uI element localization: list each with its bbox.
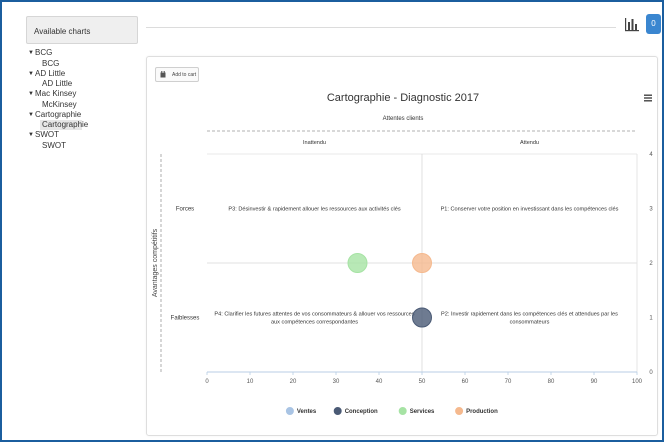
- chart-panel: Add to cart Cartographie - Diagnostic 20…: [146, 56, 658, 436]
- caret-down-icon: ▼: [28, 91, 34, 97]
- column-label: Attendu: [520, 140, 539, 146]
- y-axis-title: Avantages compétitifs: [152, 228, 159, 297]
- tree-item-ad-little[interactable]: AD Little: [26, 79, 138, 89]
- chart-title: Cartographie - Diagnostic 2017: [327, 92, 479, 104]
- tree-group-label: SWOT: [35, 130, 59, 139]
- legend-marker: [333, 407, 342, 415]
- bar-chart-icon[interactable]: [624, 16, 640, 32]
- chart-list-sidebar: Available charts ▼BCG BCG ▼AD Little AD …: [26, 16, 138, 196]
- y-tick-label: 2: [649, 261, 653, 267]
- quadrant-text-p4: P4: Clarifier les futures attentes de vo…: [214, 312, 414, 326]
- data-point-production: [412, 253, 432, 273]
- caret-down-icon: ▼: [28, 111, 34, 118]
- legend-marker: [285, 407, 294, 415]
- legend-marker: [455, 407, 464, 415]
- data-point-services: [347, 253, 368, 273]
- chart-subtitle: Attentes clients: [383, 116, 424, 122]
- x-tick-label: 80: [548, 379, 555, 385]
- tree-group-cartographie[interactable]: ▼Cartographie: [26, 110, 138, 121]
- row-label: Forces: [176, 207, 194, 213]
- x-tick-label: 50: [419, 379, 426, 385]
- cart-count-badge[interactable]: 0: [646, 14, 661, 34]
- tree-group-bcg[interactable]: ▼BCG: [26, 48, 138, 59]
- y-tick-label: 4: [649, 152, 653, 158]
- row-label: Faiblesses: [171, 316, 200, 322]
- legend-label: Ventes: [297, 409, 317, 415]
- tree-group-ad-little[interactable]: ▼AD Little: [26, 69, 138, 80]
- caret-down-icon: ▼: [28, 70, 34, 77]
- tree-group-swot[interactable]: ▼SWOT: [26, 130, 138, 141]
- cartography-chart: Cartographie - Diagnostic 2017 Attentes c…: [152, 92, 653, 415]
- top-divider: [146, 27, 616, 28]
- x-tick-label: 0: [205, 379, 209, 385]
- tree-item-bcg[interactable]: BCG: [26, 59, 138, 69]
- x-tick-label: 60: [462, 379, 469, 385]
- y-tick-label: 1: [649, 316, 653, 322]
- tree-item-cartographie[interactable]: Cartographie: [40, 120, 88, 130]
- legend-marker: [398, 407, 407, 415]
- tree-item-swot[interactable]: SWOT: [26, 141, 138, 151]
- tree-group-label: BCG: [35, 48, 53, 57]
- quadrant-text-p3: P3: Désinvestir & rapidement allouer les…: [228, 207, 400, 213]
- tree-group-label: Cartographie: [35, 109, 82, 119]
- x-tick-label: 90: [591, 379, 598, 385]
- tree-group-mac-kinsey[interactable]: ▼Mac Kinsey: [26, 89, 138, 100]
- x-tick-label: 10: [247, 379, 254, 385]
- y-tick-label: 0: [649, 370, 653, 376]
- x-tick-label: 70: [505, 379, 512, 385]
- x-tick-label: 40: [376, 379, 383, 385]
- x-tick-label: 100: [632, 379, 643, 385]
- x-tick-label: 20: [290, 379, 297, 385]
- legend-label: Services: [410, 409, 435, 415]
- tree-group-label: AD Little: [35, 68, 66, 78]
- x-tick-label: 30: [333, 379, 340, 385]
- legend-label: Production: [466, 409, 498, 415]
- column-label: Inattendu: [303, 140, 326, 146]
- quadrant-text-p2: P2: Investir rapidement dans les compéte…: [441, 312, 618, 326]
- caret-down-icon: ▼: [28, 132, 34, 138]
- tree-group-label: Mac Kinsey: [35, 89, 77, 98]
- sidebar-header: Available charts: [26, 16, 138, 44]
- caret-down-icon: ▼: [28, 50, 34, 56]
- data-point-conception: [412, 307, 432, 328]
- y-tick-label: 3: [649, 207, 653, 213]
- legend-label: Conception: [345, 409, 378, 415]
- quadrant-text-p1: P1: Conserver votre position en investis…: [441, 207, 619, 213]
- chart-tree: ▼BCG BCG ▼AD Little AD Little ▼Mac Kinse…: [26, 48, 138, 151]
- tree-item-mckinsey[interactable]: McKinsey: [26, 100, 138, 110]
